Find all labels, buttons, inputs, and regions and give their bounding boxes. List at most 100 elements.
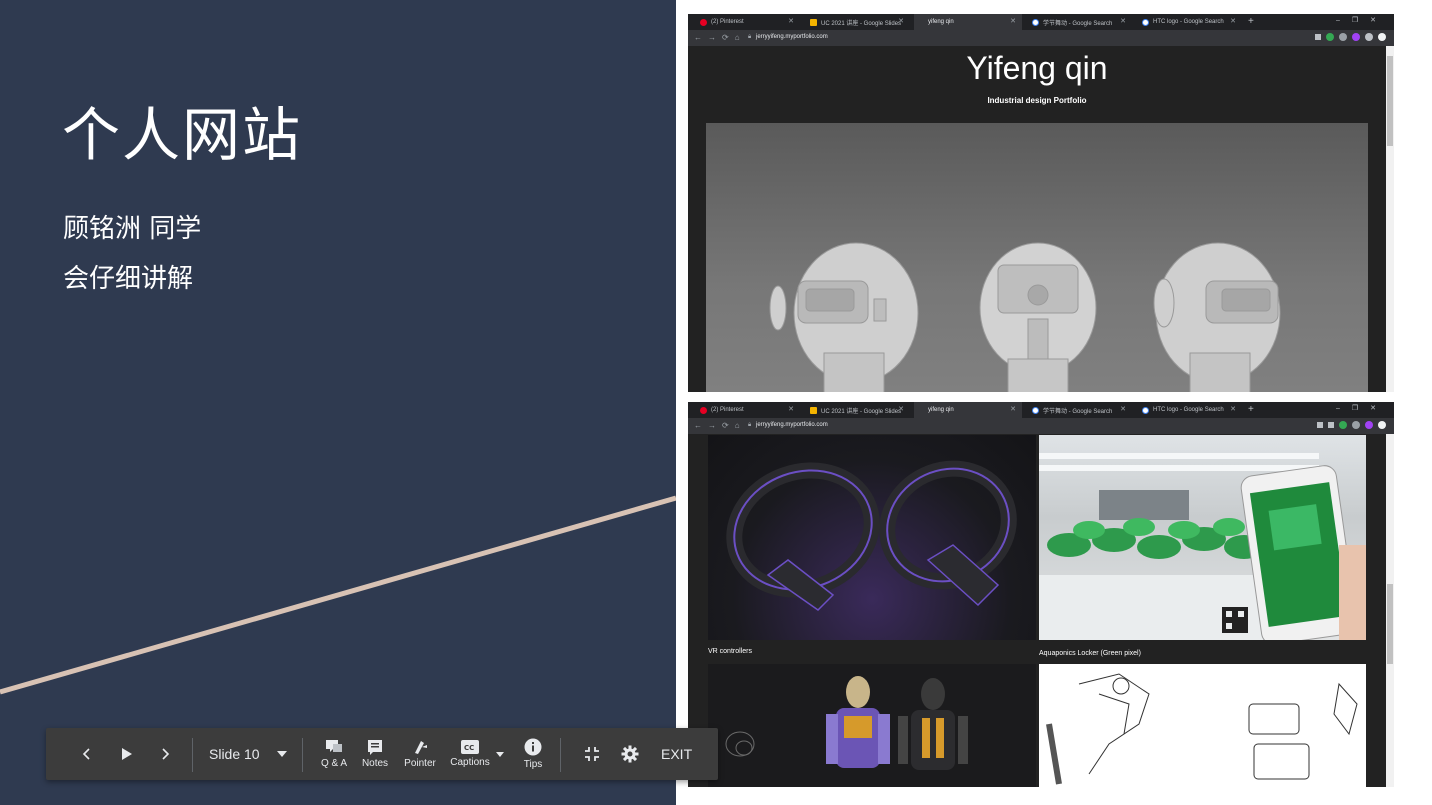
portfolio-grid-page: VR controllers Aquaponics Locker (Green …	[688, 434, 1394, 787]
extension-icons[interactable]	[1315, 33, 1386, 41]
tab-yifeng[interactable]: yifeng qin ✕	[914, 14, 1022, 30]
next-slide-button[interactable]	[154, 728, 178, 780]
tips-label: Tips	[523, 759, 543, 770]
close-icon[interactable]: ✕	[788, 405, 794, 413]
tab-bar: (2) Pinterest ✕ UC 2021 讲座 - Google Slid…	[688, 402, 1394, 418]
previous-slide-button[interactable]	[74, 728, 98, 780]
sketches-render	[1046, 673, 1358, 785]
close-icon[interactable]: ✕	[1010, 405, 1016, 413]
tab-label: HTC logo - Google Search	[1153, 407, 1224, 413]
nav-icons[interactable]: ←→⟳⌂	[694, 33, 746, 42]
close-icon[interactable]: ✕	[898, 17, 904, 25]
project-image-robot-suits[interactable]	[708, 664, 1036, 787]
address-bar: ←→⟳⌂ 🔒︎ jerryyifeng.myportfolio.com	[688, 30, 1394, 46]
google-icon	[1032, 406, 1039, 414]
play-button[interactable]	[114, 728, 138, 780]
svg-text:CC: CC	[464, 744, 474, 752]
settings-button[interactable]	[618, 728, 642, 780]
google-icon	[1142, 18, 1149, 26]
pointer-label: Pointer	[404, 758, 436, 769]
project-caption-aquaponics[interactable]: Aquaponics Locker (Green pixel)	[1039, 650, 1141, 657]
exit-fullscreen-button[interactable]	[580, 728, 604, 780]
close-icon[interactable]: ✕	[1120, 405, 1126, 413]
tab-slides[interactable]: UC 2021 讲座 - Google Slides ✕	[802, 402, 910, 418]
chevron-left-icon	[82, 748, 90, 760]
close-icon[interactable]: ✕	[1010, 17, 1016, 25]
pinterest-icon	[700, 18, 707, 26]
exit-button[interactable]: EXIT	[661, 746, 692, 762]
tab-slides[interactable]: UC 2021 讲座 - Google Slides ✕	[802, 14, 910, 30]
portfolio-title: Yifeng qin	[966, 50, 1108, 86]
url-field[interactable]: jerryyifeng.myportfolio.com	[756, 422, 828, 428]
address-bar: ←→⟳⌂ 🔒︎ jerryyifeng.myportfolio.com	[688, 418, 1394, 434]
slide-line-explain: 会仔细讲解	[63, 264, 194, 294]
window-controls[interactable]: –❐✕	[1336, 16, 1388, 24]
close-icon[interactable]: ✕	[1230, 405, 1236, 413]
tab-google-search-1[interactable]: 学节舞动 - Google Search ✕	[1024, 14, 1132, 30]
google-icon	[1142, 406, 1149, 414]
aquaponics-render	[1039, 453, 1366, 640]
new-tab-icon[interactable]: +	[1248, 404, 1254, 415]
project-image-aquaponics[interactable]	[1039, 435, 1366, 640]
url-field[interactable]: jerryyifeng.myportfolio.com	[756, 34, 828, 40]
gear-icon	[621, 745, 639, 763]
tab-label: UC 2021 讲座 - Google Slides	[821, 20, 902, 27]
slide-dropdown-button[interactable]	[274, 728, 290, 780]
tab-pinterest[interactable]: (2) Pinterest ✕	[692, 14, 800, 30]
tab-label: yifeng qin	[928, 19, 954, 25]
tab-yifeng[interactable]: yifeng qin ✕	[914, 402, 1022, 418]
lock-icon: 🔒︎	[748, 422, 752, 428]
hero-image-helmets[interactable]	[706, 123, 1368, 392]
close-icon[interactable]: ✕	[1230, 17, 1236, 25]
new-tab-icon[interactable]: +	[1248, 16, 1254, 27]
scroll-thumb[interactable]	[1387, 56, 1393, 146]
slide-number-selector[interactable]: Slide 10	[209, 746, 260, 762]
tab-label: 学节舞动 - Google Search	[1043, 20, 1113, 27]
captions-dropdown-button[interactable]	[494, 728, 506, 780]
slide-panel: 个人网站 顾铭洲 同学 会仔细讲解	[0, 0, 676, 805]
caret-down-icon	[496, 751, 504, 757]
captions-label: Captions	[450, 757, 490, 768]
pointer-button[interactable]: Pointer	[400, 728, 440, 780]
close-icon[interactable]: ✕	[788, 17, 794, 25]
question-answer-icon	[326, 740, 342, 752]
qa-button[interactable]: Q & A	[316, 728, 352, 780]
captions-button[interactable]: CC Captions	[448, 728, 492, 780]
tab-google-search-2[interactable]: HTC logo - Google Search ✕	[1134, 14, 1242, 30]
toolbar-divider	[302, 738, 303, 772]
close-icon[interactable]: ✕	[1120, 17, 1126, 25]
scrollbar[interactable]	[1386, 434, 1394, 787]
project-image-sketches[interactable]	[1039, 664, 1366, 787]
slide-title: 个人网站	[62, 101, 303, 169]
tab-pinterest[interactable]: (2) Pinterest ✕	[692, 402, 800, 418]
lock-icon: 🔒︎	[748, 34, 752, 40]
notes-label: Notes	[361, 758, 389, 769]
robot-suits-render	[725, 676, 968, 770]
extension-icons[interactable]	[1317, 421, 1386, 429]
scrollbar[interactable]	[1386, 46, 1394, 392]
nav-icons[interactable]: ←→⟳⌂	[694, 421, 746, 430]
info-icon	[524, 738, 542, 756]
helmet-render	[769, 242, 1281, 392]
tab-label: HTC logo - Google Search	[1153, 19, 1224, 25]
slide-line-student: 顾铭洲 同学	[63, 214, 202, 244]
scroll-thumb[interactable]	[1387, 584, 1393, 664]
tab-label: 学节舞动 - Google Search	[1043, 408, 1113, 415]
qa-label: Q & A	[320, 758, 348, 769]
notes-button[interactable]: Notes	[357, 728, 393, 780]
closed-captions-icon: CC	[461, 740, 479, 754]
browser-screenshot-bottom: (2) Pinterest ✕ UC 2021 讲座 - Google Slid…	[688, 402, 1394, 787]
window-controls[interactable]: –❐✕	[1336, 404, 1388, 412]
play-icon	[122, 748, 132, 760]
tab-google-search-2[interactable]: HTC logo - Google Search ✕	[1134, 402, 1242, 418]
project-image-vr-controllers[interactable]	[708, 435, 1036, 640]
tab-label: yifeng qin	[928, 407, 954, 413]
browser-screenshot-top: (2) Pinterest ✕ UC 2021 讲座 - Google Slid…	[688, 14, 1394, 392]
tab-google-search-1[interactable]: 学节舞动 - Google Search ✕	[1024, 402, 1132, 418]
close-icon[interactable]: ✕	[898, 405, 904, 413]
fullscreen-exit-icon	[585, 747, 599, 761]
tips-button[interactable]: Tips	[516, 728, 550, 780]
vr-controllers-render	[726, 460, 1017, 611]
project-caption-vr[interactable]: VR controllers	[708, 648, 752, 655]
chevron-right-icon	[162, 748, 170, 760]
